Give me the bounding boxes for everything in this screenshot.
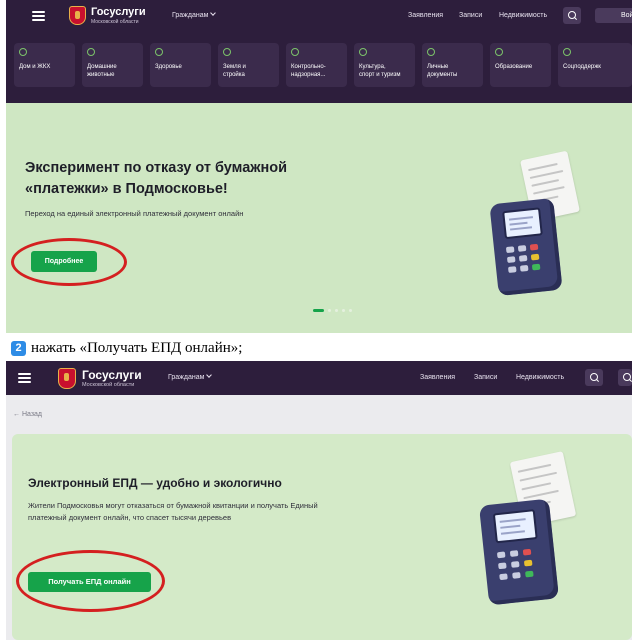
login-button[interactable] xyxy=(618,369,632,386)
audience-dropdown[interactable]: Гражданам xyxy=(172,10,217,19)
category-supervision[interactable]: Контрольно- надзорная... xyxy=(286,43,347,87)
screenshot-epd-page: Госуслуги Московской области Гражданам З… xyxy=(6,361,632,640)
graduation-cap-icon xyxy=(495,48,503,56)
category-label: Дом и ЖКХ xyxy=(19,64,51,70)
terminal-body xyxy=(478,498,560,606)
menu-icon[interactable] xyxy=(32,11,45,21)
carousel-dot[interactable] xyxy=(342,309,345,312)
category-label: Личные документы xyxy=(427,64,458,78)
banner-subtitle: Переход на единый электронный платежный … xyxy=(25,209,244,218)
nav-real-estate[interactable]: Недвижимость xyxy=(516,374,564,381)
category-social-support[interactable]: Соцподдержк xyxy=(558,43,632,87)
paw-icon xyxy=(87,48,95,56)
nav-appointments[interactable]: Записи xyxy=(474,374,497,381)
chevron-down-icon xyxy=(206,372,213,378)
coat-of-arms-icon xyxy=(69,6,86,25)
logo-title[interactable]: Госуслуги xyxy=(82,368,142,382)
category-label: Земля и стройка xyxy=(223,64,246,78)
audience-dropdown-label: Гражданам xyxy=(172,12,209,19)
terminal-body xyxy=(489,197,563,297)
category-label: Домашние животные xyxy=(87,64,117,78)
search-icon[interactable] xyxy=(563,7,581,24)
terminal-screen xyxy=(502,207,543,240)
highlight-circle xyxy=(11,238,127,286)
epd-banner: Электронный ЕПД — удобно и экологично Жи… xyxy=(12,434,632,640)
category-health[interactable]: Здоровье xyxy=(150,43,211,87)
banner-title: Эксперимент по отказу от бумажной «плате… xyxy=(25,160,288,197)
shield-icon xyxy=(291,48,299,56)
back-link[interactable]: ← Назад xyxy=(13,411,42,418)
logo-title[interactable]: Госуслуги xyxy=(91,6,146,18)
category-label: Образование xyxy=(495,64,533,70)
carousel-dot[interactable] xyxy=(328,309,331,312)
payment-terminal-illustration xyxy=(470,451,590,606)
banner-title: Электронный ЕПД — удобно и экологично xyxy=(28,476,282,490)
search-icon[interactable] xyxy=(585,369,603,386)
nav-applications[interactable]: Заявления xyxy=(420,374,455,381)
carousel-dot-active[interactable] xyxy=(313,309,324,312)
instruction-page: Госуслуги Московской области Гражданам З… xyxy=(0,0,632,640)
logo-subtitle: Московской области xyxy=(91,19,139,25)
nav-applications[interactable]: Заявления xyxy=(408,12,443,19)
site-header: Госуслуги Московской области Гражданам З… xyxy=(6,361,632,395)
heart-icon xyxy=(155,48,163,56)
step-instruction-text: нажать «Получать ЕПД онлайн»; xyxy=(31,340,243,356)
document-icon xyxy=(427,48,435,56)
category-culture[interactable]: Культура, спорт и туризм xyxy=(354,43,415,87)
audience-dropdown[interactable]: Гражданам xyxy=(168,372,213,381)
coat-of-arms-icon xyxy=(58,368,76,389)
category-list: Дом и ЖКХ Домашние животные Здоровье Зем… xyxy=(14,43,632,87)
category-education[interactable]: Образование xyxy=(490,43,551,87)
plant-icon xyxy=(223,48,231,56)
audience-dropdown-label: Гражданам xyxy=(168,374,205,381)
promo-banner: Эксперимент по отказу от бумажной «плате… xyxy=(6,103,632,333)
globe-icon xyxy=(359,48,367,56)
category-pets[interactable]: Домашние животные xyxy=(82,43,143,87)
logo-subtitle: Московской области xyxy=(82,382,135,388)
screenshot-main-page: Госуслуги Московской области Гражданам З… xyxy=(6,0,632,333)
site-header: Госуслуги Московской области Гражданам З… xyxy=(6,0,632,103)
payment-terminal-illustration xyxy=(476,150,586,297)
category-housing[interactable]: Дом и ЖКХ xyxy=(14,43,75,87)
category-label: Культура, спорт и туризм xyxy=(359,64,401,78)
category-label: Контрольно- надзорная... xyxy=(291,64,326,78)
category-documents[interactable]: Личные документы xyxy=(422,43,483,87)
banner-description: Жители Подмосковья могут отказаться от б… xyxy=(28,501,318,522)
menu-icon[interactable] xyxy=(18,373,31,383)
carousel-dot[interactable] xyxy=(335,309,338,312)
carousel-dot[interactable] xyxy=(349,309,352,312)
login-button[interactable]: Войти xyxy=(595,8,632,23)
people-icon xyxy=(563,48,571,56)
sun-icon xyxy=(19,48,27,56)
nav-real-estate[interactable]: Недвижимость xyxy=(499,12,547,19)
category-label: Здоровье xyxy=(155,64,182,70)
category-land[interactable]: Земля и стройка xyxy=(218,43,279,87)
chevron-down-icon xyxy=(210,10,217,16)
category-label: Соцподдержк xyxy=(563,64,601,70)
terminal-screen xyxy=(492,509,538,544)
nav-appointments[interactable]: Записи xyxy=(459,12,482,19)
step-number-badge: 2 xyxy=(11,341,26,356)
highlight-circle xyxy=(16,550,165,612)
